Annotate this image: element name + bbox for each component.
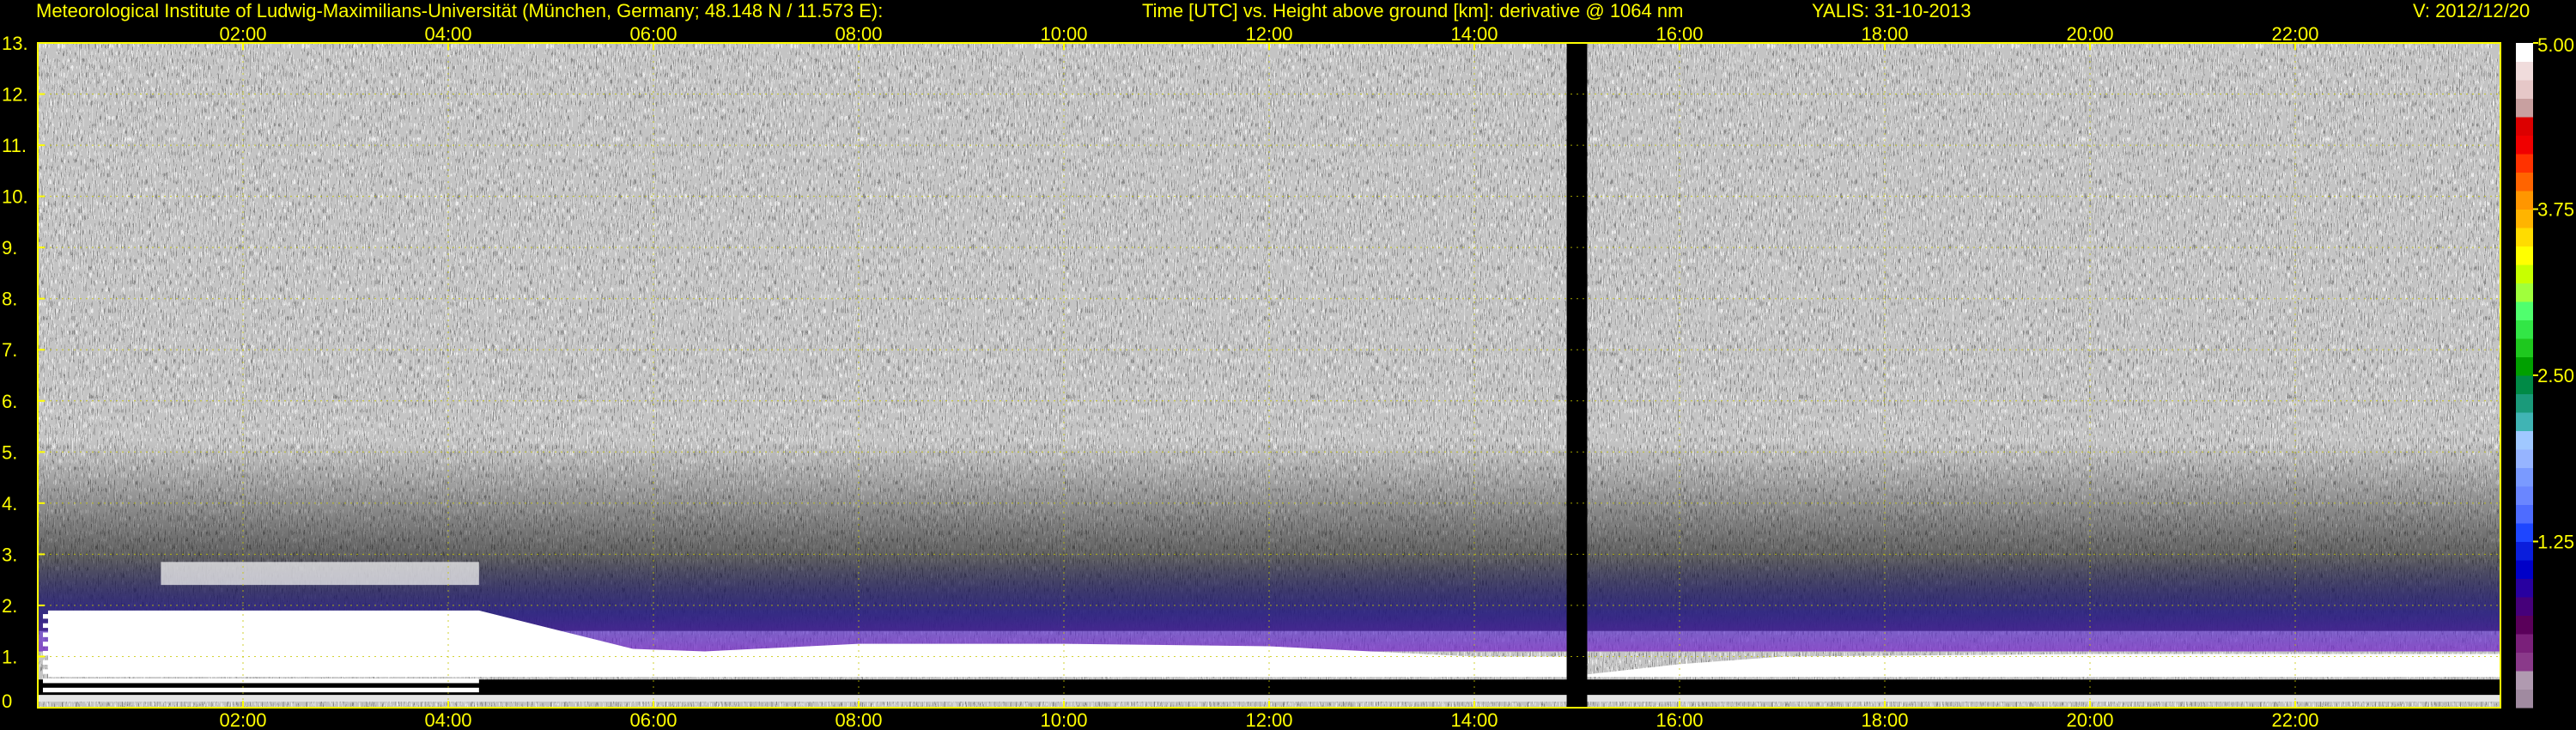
colorbar-swatch <box>2516 523 2533 542</box>
data-gap <box>1566 43 1588 708</box>
stripe <box>42 623 479 629</box>
x-tick-label-top: 14:00 <box>1450 23 1498 45</box>
y-tick-label: 12. <box>2 84 28 106</box>
x-tick-label-bottom: 18:00 <box>1861 709 1908 730</box>
colorbar-swatch <box>2516 689 2533 709</box>
colorbar-swatch <box>2516 652 2533 672</box>
colorbar-swatch <box>2516 615 2533 635</box>
colorbar-swatch <box>2516 393 2533 413</box>
y-tick-label: 1. <box>2 646 17 667</box>
colorbar-swatch <box>2516 412 2533 431</box>
x-tick-label-top: 20:00 <box>2066 23 2113 45</box>
colorbar-tick-label: 5.00 <box>2537 34 2574 56</box>
y-tick-label: 4. <box>2 493 17 514</box>
x-tick-label-top: 06:00 <box>629 23 677 45</box>
colorbar-swatch <box>2516 597 2533 616</box>
x-tick-label-top: 10:00 <box>1040 23 1087 45</box>
x-tick-label-bottom: 12:00 <box>1245 709 1292 730</box>
colorbar-tick-label: 3.75 <box>2537 199 2574 221</box>
stripe <box>42 650 479 656</box>
x-tick-label-top: 04:00 <box>424 23 471 45</box>
colorbar-swatch <box>2516 634 2533 653</box>
y-tick-label: 6. <box>2 391 17 412</box>
colorbar-swatch <box>2516 246 2533 265</box>
colorbar-swatch <box>2516 98 2533 118</box>
colorbar-swatch <box>2516 283 2533 302</box>
colorbar-swatch <box>2516 265 2533 283</box>
colorbar: 1.25 2.50 3.75 5.00 <box>2516 34 2574 709</box>
x-tick-label-top: 02:00 <box>219 23 266 45</box>
x-tick-label-bottom: 16:00 <box>1656 709 1703 730</box>
y-tick-label: 5. <box>2 441 17 463</box>
y-tick-label: 0 <box>2 690 12 712</box>
stripe <box>42 660 479 665</box>
y-tick-label: 9. <box>2 237 17 259</box>
x-tick-label-top: 08:00 <box>835 23 882 45</box>
colorbar-swatch <box>2516 319 2533 339</box>
y-tick-label: 7. <box>2 339 17 361</box>
x-tick-label-top: 18:00 <box>1861 23 1908 45</box>
colorbar-swatch <box>2516 172 2533 192</box>
y-tick-label: 13. <box>2 33 28 54</box>
colorbar-swatch <box>2516 560 2533 579</box>
stripe <box>42 678 479 684</box>
x-tick-label-bottom: 22:00 <box>2271 709 2318 730</box>
y-tick-label: 8. <box>2 289 17 310</box>
colorbar-swatch <box>2516 671 2533 690</box>
x-tick-label-top: 22:00 <box>2271 23 2318 45</box>
colorbar-swatch <box>2516 486 2533 505</box>
lidar-quicklook: Meteorological Institute of Ludwig-Maxim… <box>0 0 2576 730</box>
residual-layer-stripes <box>42 614 479 693</box>
colorbar-swatch <box>2516 338 2533 357</box>
x-tick-label-bottom: 14:00 <box>1450 709 1498 730</box>
colorbar-swatch <box>2516 43 2533 62</box>
colorbar-swatch <box>2516 117 2533 136</box>
x-tick-label-bottom: 10:00 <box>1040 709 1087 730</box>
colorbar-swatch <box>2516 135 2533 155</box>
ground-return <box>38 695 2500 702</box>
stripe <box>42 614 479 619</box>
colorbar-swatch <box>2516 356 2533 376</box>
colorbar-swatch <box>2516 301 2533 320</box>
stripe <box>42 687 479 693</box>
x-tick-label-bottom: 02:00 <box>219 709 266 730</box>
y-tick-label: 3. <box>2 544 17 565</box>
colorbar-swatch <box>2516 228 2533 246</box>
elevated-layer <box>161 562 479 586</box>
x-tick-label-bottom: 08:00 <box>835 709 882 730</box>
y-tick-label: 2. <box>2 595 17 617</box>
colorbar-tick-label: 2.50 <box>2537 365 2574 386</box>
colorbar-swatch <box>2516 191 2533 210</box>
y-tick-label: 10. <box>2 186 28 208</box>
x-tick-label-bottom: 04:00 <box>424 709 471 730</box>
colorbar-swatch <box>2516 154 2533 173</box>
heatmap-plot: 02:00 04:00 06:00 08:00 10:00 12:00 14:00 16:00… <box>2 23 2574 730</box>
x-tick-label-bottom: 06:00 <box>629 709 677 730</box>
stripe <box>42 669 479 674</box>
colorbar-swatch <box>2516 61 2533 81</box>
colorbar-swatch <box>2516 80 2533 99</box>
x-tick-label-bottom: 20:00 <box>2066 709 2113 730</box>
x-tick-label-top: 16:00 <box>1656 23 1703 45</box>
colorbar-swatch <box>2516 449 2533 468</box>
colorbar-swatch <box>2516 578 2533 598</box>
stripe <box>42 632 479 637</box>
x-tick-label-top: 12:00 <box>1245 23 1292 45</box>
colorbar-tick-label: 1.25 <box>2537 532 2574 553</box>
colorbar-swatch <box>2516 375 2533 394</box>
colorbar-swatch <box>2516 541 2533 561</box>
colorbar-swatch <box>2516 467 2533 487</box>
colorbar-swatch <box>2516 430 2533 450</box>
stripe <box>42 642 479 647</box>
colorbar-swatch <box>2516 504 2533 524</box>
y-tick-label: 11. <box>2 135 27 156</box>
colorbar-swatch <box>2516 209 2533 228</box>
